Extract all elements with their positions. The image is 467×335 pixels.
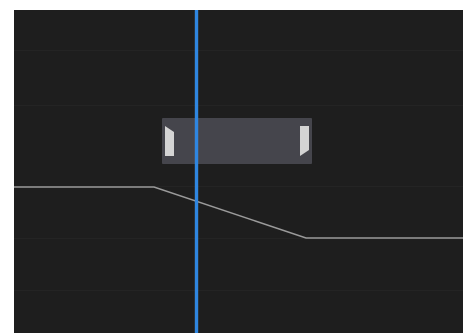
timeline-panel[interactable] <box>14 10 463 333</box>
left-trim-handle[interactable] <box>165 126 174 156</box>
automation-envelope[interactable] <box>14 10 463 333</box>
envelope-line <box>14 186 463 239</box>
playhead-line[interactable] <box>195 10 198 333</box>
right-trim-handle[interactable] <box>300 126 309 156</box>
screenshot-frame <box>0 0 467 335</box>
keyframe-range-selection[interactable] <box>162 118 312 164</box>
